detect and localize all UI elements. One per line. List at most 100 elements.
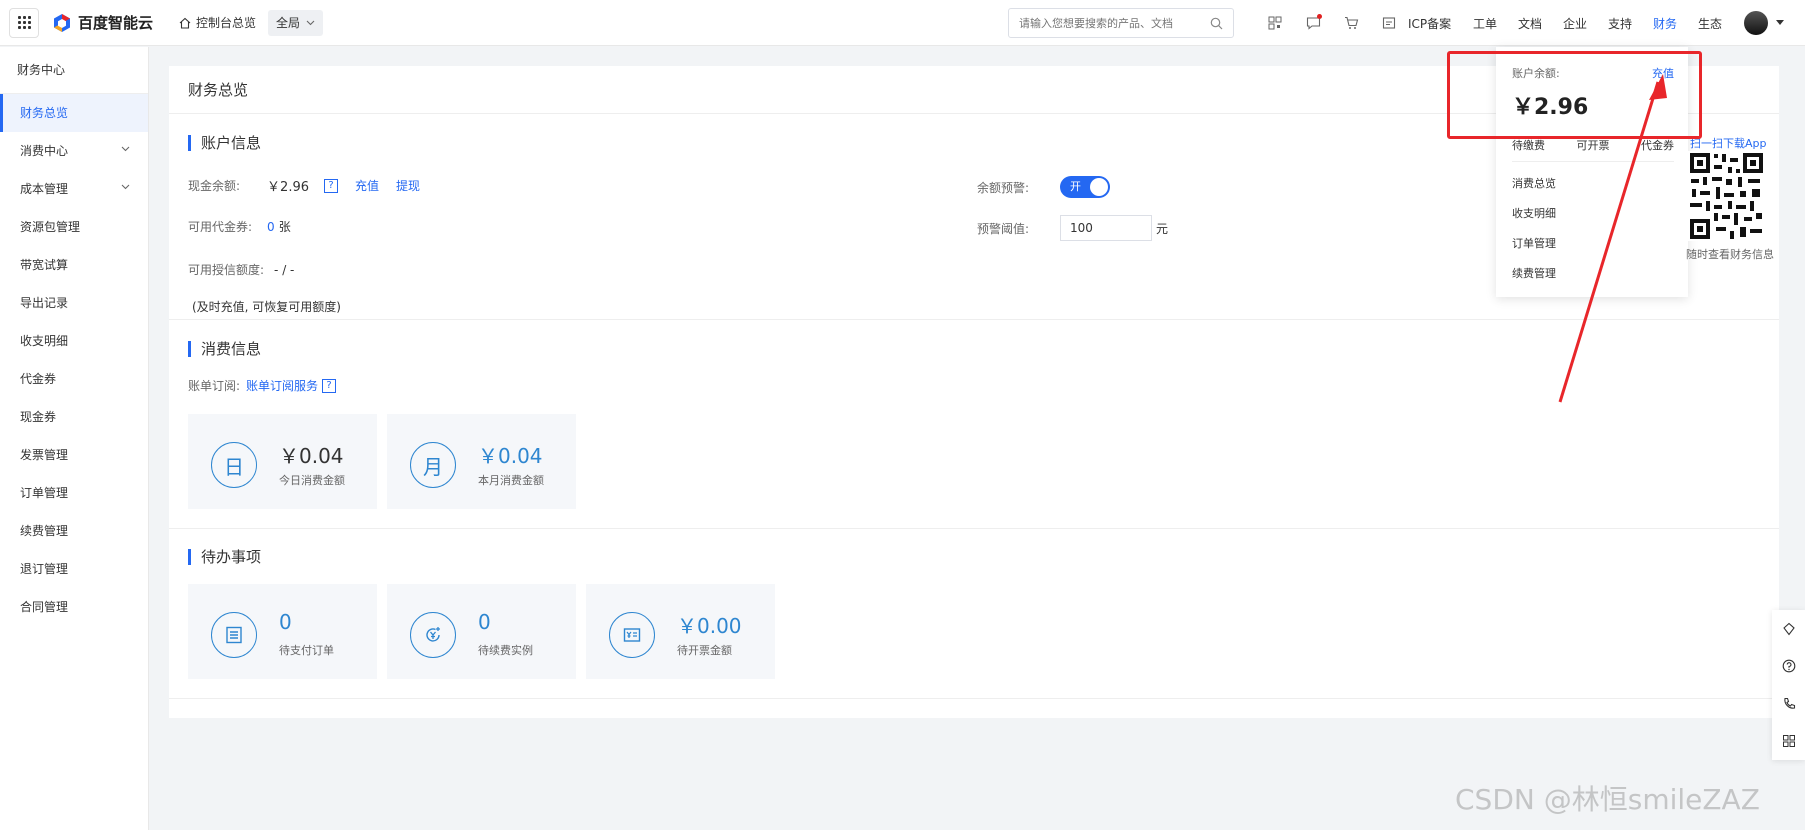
today-spend-value: ￥0.04 [279, 444, 344, 468]
voucher-label: 可用代金券: [188, 220, 253, 234]
pending-orders-card[interactable]: 0 待支付订单 [188, 584, 377, 679]
phone-icon[interactable] [1782, 697, 1796, 711]
caret-down-icon[interactable] [1776, 20, 1784, 25]
pending-renewal-value: 0 [478, 610, 491, 634]
app-grid-button[interactable] [9, 7, 39, 38]
sidebar-item-transactions[interactable]: 收支明细 [0, 322, 148, 360]
sidebar-item-export-records[interactable]: 导出记录 [0, 284, 148, 322]
month-icon: 月 [410, 442, 456, 488]
search-icon[interactable] [1210, 17, 1223, 30]
balance-alert-toggle[interactable]: 开 [1060, 176, 1110, 198]
sidebar: 财务中心 财务总览 消费中心 成本管理 资源包管理 带宽试算 导出记录 收支明细… [0, 47, 149, 830]
sidebar-title: 财务中心 [0, 47, 148, 94]
today-spend-card[interactable]: 日 ￥0.04 今日消费金额 [188, 414, 377, 509]
threshold-row: 预警阈值: 100 元 [977, 215, 1168, 241]
sidebar-item-label: 资源包管理 [20, 220, 81, 234]
bill-subscription-link[interactable]: 账单订阅服务 [246, 377, 318, 394]
global-search[interactable] [1008, 8, 1234, 38]
recharge-link[interactable]: 充值 [355, 177, 379, 194]
sidebar-item-label: 消费中心 [20, 144, 69, 158]
brand-name: 百度智能云 [78, 14, 154, 32]
withdraw-link[interactable]: 提现 [396, 177, 420, 194]
baidu-cloud-logo-icon [54, 13, 70, 32]
sidebar-item-label: 续费管理 [20, 524, 69, 538]
day-icon: 日 [211, 442, 257, 488]
pending-orders-value: 0 [279, 610, 292, 634]
sidebar-item-bandwidth-calc[interactable]: 带宽试算 [0, 246, 148, 284]
grid-icon [17, 16, 31, 29]
nav-link-ecosystem[interactable]: 生态 [1698, 15, 1722, 32]
credit-value: - / - [274, 262, 295, 277]
sidebar-item-resource-packages[interactable]: 资源包管理 [0, 208, 148, 246]
threshold-label: 预警阈值: [977, 221, 1030, 236]
sidebar-item-label: 发票管理 [20, 448, 69, 462]
nav-link-finance[interactable]: 财务 [1653, 15, 1677, 32]
invoice-icon [609, 612, 655, 658]
help-icon[interactable]: ? [322, 378, 337, 393]
nav-link-docs[interactable]: 文档 [1518, 15, 1542, 32]
pending-invoice-card[interactable]: ￥0.00 待开票金额 [586, 584, 775, 679]
message-icon[interactable] [1294, 14, 1332, 30]
annotation-arrow [1558, 74, 1667, 403]
sidebar-item-cash-coupons[interactable]: 现金券 [0, 398, 148, 436]
search-input[interactable] [1019, 16, 1210, 30]
sidebar-item-renewals[interactable]: 续费管理 [0, 512, 148, 550]
order-list-icon [211, 612, 257, 658]
qrcode-image [1688, 151, 1765, 241]
chevron-down-icon [121, 184, 130, 190]
feedback-icon[interactable] [1782, 622, 1796, 636]
cart-icon[interactable] [1332, 16, 1370, 30]
month-spend-card[interactable]: 月 ￥0.04 本月消费金额 [387, 414, 576, 509]
apps-grid-icon[interactable] [1782, 734, 1796, 748]
help-icon[interactable]: ? [324, 178, 338, 193]
sidebar-item-label: 合同管理 [20, 600, 69, 614]
notification-dot [1317, 14, 1322, 19]
qrcode-icon[interactable] [1256, 16, 1294, 30]
bill-subscription-label: 账单订阅: [188, 379, 241, 393]
threshold-unit: 元 [1156, 221, 1169, 236]
cash-balance-row: 现金余额: ￥2.96 ? 充值 提现 [188, 176, 420, 195]
voucher-count[interactable]: 0 [267, 220, 275, 234]
renewal-icon [410, 612, 456, 658]
threshold-input[interactable]: 100 [1060, 215, 1152, 241]
sidebar-item-label: 导出记录 [20, 296, 69, 310]
top-navigation-bar: 百度智能云 控制台总览 全局 ICP备案 工单 文档 企业 支持 财务 [0, 0, 1805, 46]
tab-pending-payment[interactable]: 待缴费 [1512, 137, 1545, 153]
sidebar-item-contracts[interactable]: 合同管理 [0, 588, 148, 626]
nav-link-icp[interactable]: ICP备案 [1408, 15, 1451, 32]
sidebar-item-label: 退订管理 [20, 562, 69, 576]
console-overview-link[interactable]: 控制台总览 [179, 14, 256, 31]
pending-invoice-value: ￥0.00 [677, 614, 742, 638]
pending-orders-label: 待支付订单 [279, 644, 334, 657]
topbar-icon-group [1256, 0, 1408, 46]
sidebar-item-label: 代金券 [20, 372, 57, 386]
cash-balance-label: 现金余额: [188, 179, 241, 193]
sidebar-item-orders[interactable]: 订单管理 [0, 474, 148, 512]
sidebar-item-label: 财务总览 [20, 106, 69, 120]
nav-link-enterprise[interactable]: 企业 [1563, 15, 1587, 32]
scope-selector[interactable]: 全局 [268, 9, 324, 36]
sidebar-item-consumption-center[interactable]: 消费中心 [0, 132, 148, 170]
section-accent-bar [188, 548, 191, 565]
section-divider [169, 319, 1779, 320]
console-overview-label: 控制台总览 [196, 16, 257, 30]
sidebar-item-vouchers[interactable]: 代金券 [0, 360, 148, 398]
month-spend-value: ￥0.04 [478, 444, 543, 468]
sidebar-item-label: 带宽试算 [20, 258, 69, 272]
sidebar-item-finance-overview[interactable]: 财务总览 [0, 94, 148, 132]
billing-icon[interactable] [1370, 16, 1408, 30]
help-circle-icon[interactable] [1782, 659, 1796, 673]
section-title: 待办事项 [201, 548, 262, 566]
sidebar-item-invoices[interactable]: 发票管理 [0, 436, 148, 474]
brand-logo[interactable]: 百度智能云 [52, 12, 153, 33]
nav-link-ticket[interactable]: 工单 [1473, 15, 1497, 32]
sidebar-item-unsubscribe[interactable]: 退订管理 [0, 550, 148, 588]
sidebar-item-cost-management[interactable]: 成本管理 [0, 170, 148, 208]
sidebar-item-label: 订单管理 [20, 486, 69, 500]
view-finance-label: 随时查看财务信息 [1686, 248, 1774, 261]
pending-renewal-card[interactable]: 0 待续费实例 [387, 584, 576, 679]
sidebar-item-label: 收支明细 [20, 334, 69, 348]
scope-label: 全局 [276, 16, 301, 30]
nav-link-support[interactable]: 支持 [1608, 15, 1632, 32]
user-avatar[interactable] [1744, 11, 1768, 35]
